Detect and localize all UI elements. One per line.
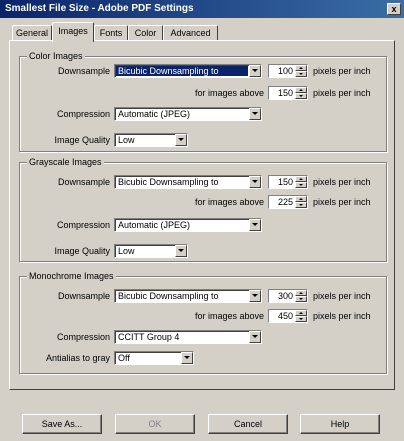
chevron-down-icon[interactable] (175, 245, 187, 257)
combo-value: Automatic (JPEG) (118, 109, 191, 119)
color-above-stepper[interactable]: 150 (268, 86, 308, 100)
grayscale-downsample-dropdown[interactable]: Bicubic Downsampling to (114, 175, 262, 189)
tab-label: General (15, 28, 49, 38)
tab-general[interactable]: General (12, 25, 52, 41)
button-label: Cancel (233, 419, 262, 429)
spin-value: 150 (277, 88, 293, 98)
close-icon: x (391, 4, 397, 14)
grayscale-compression-dropdown[interactable]: Automatic (JPEG) (114, 218, 262, 232)
tab-images[interactable]: Images (52, 22, 94, 42)
spin-down-icon[interactable] (295, 71, 307, 77)
monochrome-above-stepper[interactable]: 450 (268, 309, 308, 323)
combo-value: Bicubic Downsampling to (118, 177, 219, 187)
grayscale-compression-label: Compression (56, 220, 110, 230)
spin-value: 225 (277, 197, 293, 207)
cancel-button[interactable]: Cancel (208, 414, 288, 434)
spin-down-icon[interactable] (295, 296, 307, 302)
combo-value: Low (118, 246, 135, 256)
stepper-buttons (295, 290, 307, 302)
monochrome-downsample-label: Downsample (57, 291, 110, 301)
button-label: OK (148, 419, 162, 429)
color-resolution-stepper[interactable]: 100 (268, 64, 308, 78)
chevron-down-icon[interactable] (249, 65, 261, 77)
grayscale-images-title: Grayscale Images (27, 157, 104, 167)
chevron-down-icon[interactable] (249, 176, 261, 188)
monochrome-pixels-label: pixels per inch (313, 291, 371, 301)
grayscale-above-pixels-label: pixels per inch (313, 197, 371, 207)
color-downsample-label: Downsample (57, 66, 110, 76)
monochrome-compression-label: Compression (56, 332, 110, 342)
stepper-buttons (295, 176, 307, 188)
button-label: Save As... (41, 419, 83, 429)
color-pixels-label: pixels per inch (313, 66, 371, 76)
spin-down-icon[interactable] (295, 93, 307, 99)
chevron-down-icon[interactable] (249, 290, 261, 302)
monochrome-compression-dropdown[interactable]: CCITT Group 4 (114, 330, 262, 344)
spin-down-icon[interactable] (295, 182, 307, 188)
combo-value: Low (118, 135, 135, 145)
close-button[interactable]: x (387, 3, 401, 15)
chevron-down-icon[interactable] (249, 219, 261, 231)
spin-value: 450 (277, 311, 293, 321)
tab-label: Fonts (99, 28, 123, 38)
monochrome-antialias-label: Antialias to gray (45, 353, 110, 363)
button-label: Help (330, 419, 350, 429)
chevron-down-icon[interactable] (249, 331, 261, 343)
grayscale-above-stepper[interactable]: 225 (268, 195, 308, 209)
title-bar: Smallest File Size - Adobe PDF Settings (0, 0, 404, 18)
chevron-down-icon[interactable] (249, 108, 261, 120)
chevron-down-icon[interactable] (181, 352, 193, 364)
spin-down-icon[interactable] (295, 202, 307, 208)
grayscale-downsample-label: Downsample (57, 177, 110, 187)
spin-down-icon[interactable] (295, 316, 307, 322)
combo-value: Automatic (JPEG) (118, 220, 191, 230)
tab-advanced[interactable]: Advanced (163, 25, 218, 41)
stepper-buttons (295, 310, 307, 322)
monochrome-antialias-dropdown[interactable]: Off (114, 351, 194, 365)
stepper-buttons (295, 196, 307, 208)
color-images-title: Color Images (27, 51, 85, 61)
help-button[interactable]: Help (300, 414, 380, 434)
color-compression-label: Compression (56, 109, 110, 119)
color-above-label: for images above (194, 88, 264, 98)
monochrome-downsample-dropdown[interactable]: Bicubic Downsampling to (114, 289, 262, 303)
ok-button[interactable]: OK (115, 414, 195, 434)
color-downsample-dropdown[interactable]: Bicubic Downsampling to (114, 64, 262, 78)
grayscale-above-label: for images above (194, 197, 264, 207)
combo-value: CCITT Group 4 (118, 332, 180, 342)
grayscale-quality-dropdown[interactable]: Low (114, 244, 188, 258)
stepper-buttons (295, 87, 307, 99)
grayscale-resolution-stepper[interactable]: 150 (268, 175, 308, 189)
chevron-down-icon[interactable] (175, 134, 187, 146)
tab-label: Advanced (170, 28, 211, 38)
monochrome-resolution-stepper[interactable]: 300 (268, 289, 308, 303)
tab-label: Images (58, 26, 88, 36)
combo-value: Bicubic Downsampling to (118, 291, 219, 301)
tab-fonts[interactable]: Fonts (94, 25, 128, 41)
monochrome-images-title: Monochrome Images (27, 271, 116, 281)
spin-value: 300 (277, 291, 293, 301)
combo-value: Bicubic Downsampling to (116, 66, 248, 76)
stepper-buttons (295, 65, 307, 77)
window-title: Smallest File Size - Adobe PDF Settings (5, 3, 194, 14)
tab-color[interactable]: Color (128, 25, 163, 41)
tab-label: Color (134, 28, 157, 38)
color-compression-dropdown[interactable]: Automatic (JPEG) (114, 107, 262, 121)
save-as-button[interactable]: Save As... (22, 414, 102, 434)
grayscale-quality-label: Image Quality (54, 246, 110, 256)
color-above-pixels-label: pixels per inch (313, 88, 371, 98)
combo-value: Off (118, 353, 130, 363)
monochrome-above-label: for images above (194, 311, 264, 321)
color-quality-label: Image Quality (54, 135, 110, 145)
color-quality-dropdown[interactable]: Low (114, 133, 188, 147)
grayscale-pixels-label: pixels per inch (313, 177, 371, 187)
spin-value: 150 (277, 177, 293, 187)
spin-value: 100 (277, 66, 293, 76)
monochrome-above-pixels-label: pixels per inch (313, 311, 371, 321)
